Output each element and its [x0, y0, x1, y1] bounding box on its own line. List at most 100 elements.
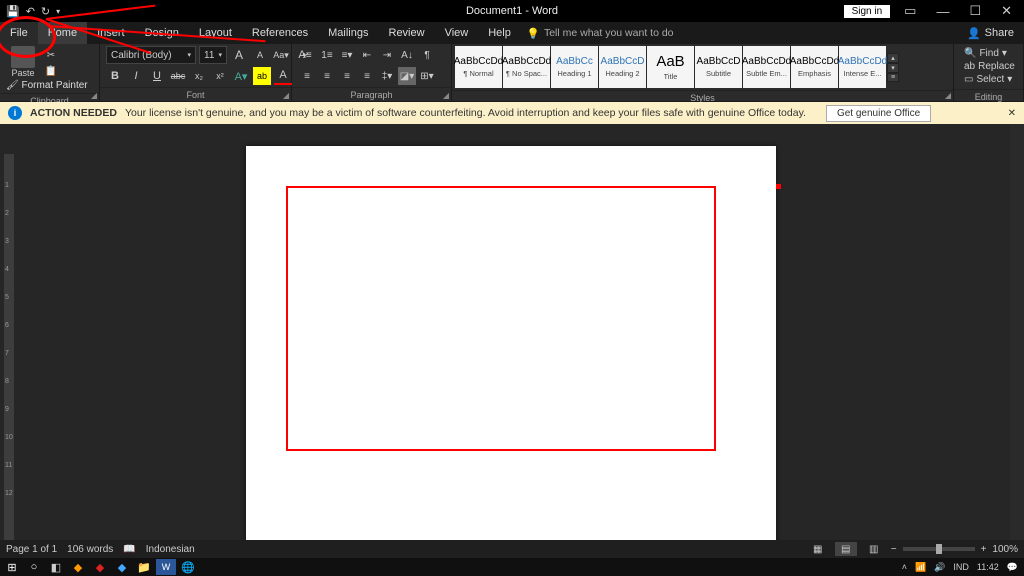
maximize-icon[interactable]: ☐: [963, 3, 987, 19]
message-close-icon[interactable]: ✕: [1008, 108, 1016, 119]
subscript-button[interactable]: x₂: [190, 67, 208, 85]
tab-mailings[interactable]: Mailings: [318, 22, 378, 44]
style-item[interactable]: AaBbCcDd¶ No Spac...: [503, 46, 550, 88]
search-icon[interactable]: ○: [24, 559, 44, 575]
redo-icon[interactable]: ↻: [41, 5, 50, 18]
copy-icon[interactable]: 📋: [44, 64, 58, 78]
font-color-icon[interactable]: A: [274, 67, 292, 85]
shape-rectangle[interactable]: [286, 186, 716, 451]
tab-references[interactable]: References: [242, 22, 318, 44]
gallery-up-icon[interactable]: ▴: [887, 53, 899, 63]
multilevel-icon[interactable]: ≡▾: [338, 46, 356, 64]
taskbar-app-2[interactable]: ◆: [90, 559, 110, 575]
align-center-icon[interactable]: ≡: [318, 67, 336, 85]
zoom-level[interactable]: 100%: [992, 544, 1018, 555]
notifications-icon[interactable]: 💬: [1007, 562, 1018, 573]
ribbon-options-icon[interactable]: ▭: [898, 3, 922, 19]
style-item[interactable]: AaBbCcDHeading 2: [599, 46, 646, 88]
justify-icon[interactable]: ≡: [358, 67, 376, 85]
bold-button[interactable]: B: [106, 67, 124, 85]
undo-icon[interactable]: ↶: [26, 5, 35, 18]
numbering-icon[interactable]: 1≡: [318, 46, 336, 64]
get-genuine-button[interactable]: Get genuine Office: [826, 105, 931, 122]
network-icon[interactable]: 📶: [915, 562, 926, 573]
find-button[interactable]: 🔍Find ▾: [964, 48, 1015, 59]
taskbar-app-1[interactable]: ◆: [68, 559, 88, 575]
tab-help[interactable]: Help: [478, 22, 521, 44]
task-view-icon[interactable]: ◧: [46, 559, 66, 575]
minimize-icon[interactable]: —: [930, 4, 955, 19]
close-icon[interactable]: ✕: [995, 3, 1018, 19]
line-spacing-icon[interactable]: ‡▾: [378, 67, 396, 85]
font-name-dropdown[interactable]: Calibri (Body)▾: [106, 46, 196, 64]
show-marks-icon[interactable]: ¶: [418, 46, 436, 64]
zoom-slider[interactable]: [903, 547, 975, 551]
align-right-icon[interactable]: ≡: [338, 67, 356, 85]
share-button[interactable]: 👤 Share: [967, 27, 1024, 40]
web-layout-icon[interactable]: ▥: [863, 542, 885, 556]
tab-insert[interactable]: Insert: [87, 22, 135, 44]
increase-indent-icon[interactable]: ⇥: [378, 46, 396, 64]
word-count[interactable]: 106 words: [67, 544, 113, 555]
font-size-dropdown[interactable]: 11▾: [199, 46, 227, 64]
clipboard-launcher-icon[interactable]: ◢: [91, 91, 97, 100]
zoom-in-icon[interactable]: +: [981, 544, 987, 555]
sign-in-button[interactable]: Sign in: [844, 5, 891, 18]
read-mode-icon[interactable]: ▦: [807, 542, 829, 556]
file-explorer-icon[interactable]: 📁: [134, 559, 154, 575]
highlight-icon[interactable]: ab: [253, 67, 271, 85]
text-effects-icon[interactable]: A▾: [232, 67, 250, 85]
gallery-down-icon[interactable]: ▾: [887, 63, 899, 73]
tab-design[interactable]: Design: [135, 22, 189, 44]
tray-language[interactable]: IND: [953, 562, 969, 572]
tab-file[interactable]: File: [0, 22, 38, 44]
tab-layout[interactable]: Layout: [189, 22, 242, 44]
italic-button[interactable]: I: [127, 67, 145, 85]
paragraph-launcher-icon[interactable]: ◢: [443, 91, 449, 100]
style-item[interactable]: AaBbCcDdEmphasis: [791, 46, 838, 88]
zoom-out-icon[interactable]: −: [891, 544, 897, 555]
shrink-font-icon[interactable]: A: [251, 46, 269, 64]
sort-icon[interactable]: A↓: [398, 46, 416, 64]
document-canvas[interactable]: [14, 124, 1010, 558]
tray-up-icon[interactable]: ˄: [902, 562, 907, 572]
page-number[interactable]: Page 1 of 1: [6, 544, 57, 555]
start-button[interactable]: ⊞: [2, 559, 22, 575]
qat-dropdown-icon[interactable]: ▾: [56, 7, 60, 16]
strike-button[interactable]: abc: [169, 67, 187, 85]
taskbar-app-3[interactable]: ◆: [112, 559, 132, 575]
borders-icon[interactable]: ⊞▾: [418, 67, 436, 85]
styles-launcher-icon[interactable]: ◢: [945, 91, 951, 100]
select-button[interactable]: ▭Select ▾: [964, 74, 1015, 85]
style-item[interactable]: AaBbCcDd¶ Normal: [455, 46, 502, 88]
sound-icon[interactable]: 🔊: [934, 562, 945, 573]
superscript-button[interactable]: x²: [211, 67, 229, 85]
style-item[interactable]: AaBbCcDdIntense E...: [839, 46, 886, 88]
bullets-icon[interactable]: •≡: [298, 46, 316, 64]
style-item[interactable]: AaBbCcHeading 1: [551, 46, 598, 88]
tab-review[interactable]: Review: [379, 22, 435, 44]
gallery-more-icon[interactable]: ≡: [887, 73, 899, 82]
font-launcher-icon[interactable]: ◢: [283, 91, 289, 100]
paste-button[interactable]: Paste: [6, 46, 40, 78]
underline-button[interactable]: U: [148, 67, 166, 85]
spellcheck-icon[interactable]: 📖: [123, 544, 135, 555]
shading-icon[interactable]: ◪▾: [398, 67, 416, 85]
style-item[interactable]: AaBTitle: [647, 46, 694, 88]
grow-font-icon[interactable]: A: [230, 46, 248, 64]
style-item[interactable]: AaBbCcDSubtitle: [695, 46, 742, 88]
tell-me-search[interactable]: 💡 Tell me what you want to do: [527, 27, 674, 40]
tab-home[interactable]: Home: [38, 22, 87, 44]
vertical-ruler[interactable]: 123456789101112: [0, 124, 14, 558]
tray-clock[interactable]: 11:42: [977, 562, 999, 572]
cut-icon[interactable]: ✂: [44, 48, 58, 62]
replace-button[interactable]: abReplace: [964, 61, 1015, 72]
change-case-icon[interactable]: Aa▾: [272, 46, 290, 64]
chrome-icon[interactable]: 🌐: [178, 559, 198, 575]
vertical-scrollbar[interactable]: [1010, 124, 1024, 558]
decrease-indent-icon[interactable]: ⇤: [358, 46, 376, 64]
style-item[interactable]: AaBbCcDdSubtle Em...: [743, 46, 790, 88]
word-taskbar-icon[interactable]: W: [156, 559, 176, 575]
align-left-icon[interactable]: ≡: [298, 67, 316, 85]
save-icon[interactable]: 💾: [6, 5, 20, 18]
